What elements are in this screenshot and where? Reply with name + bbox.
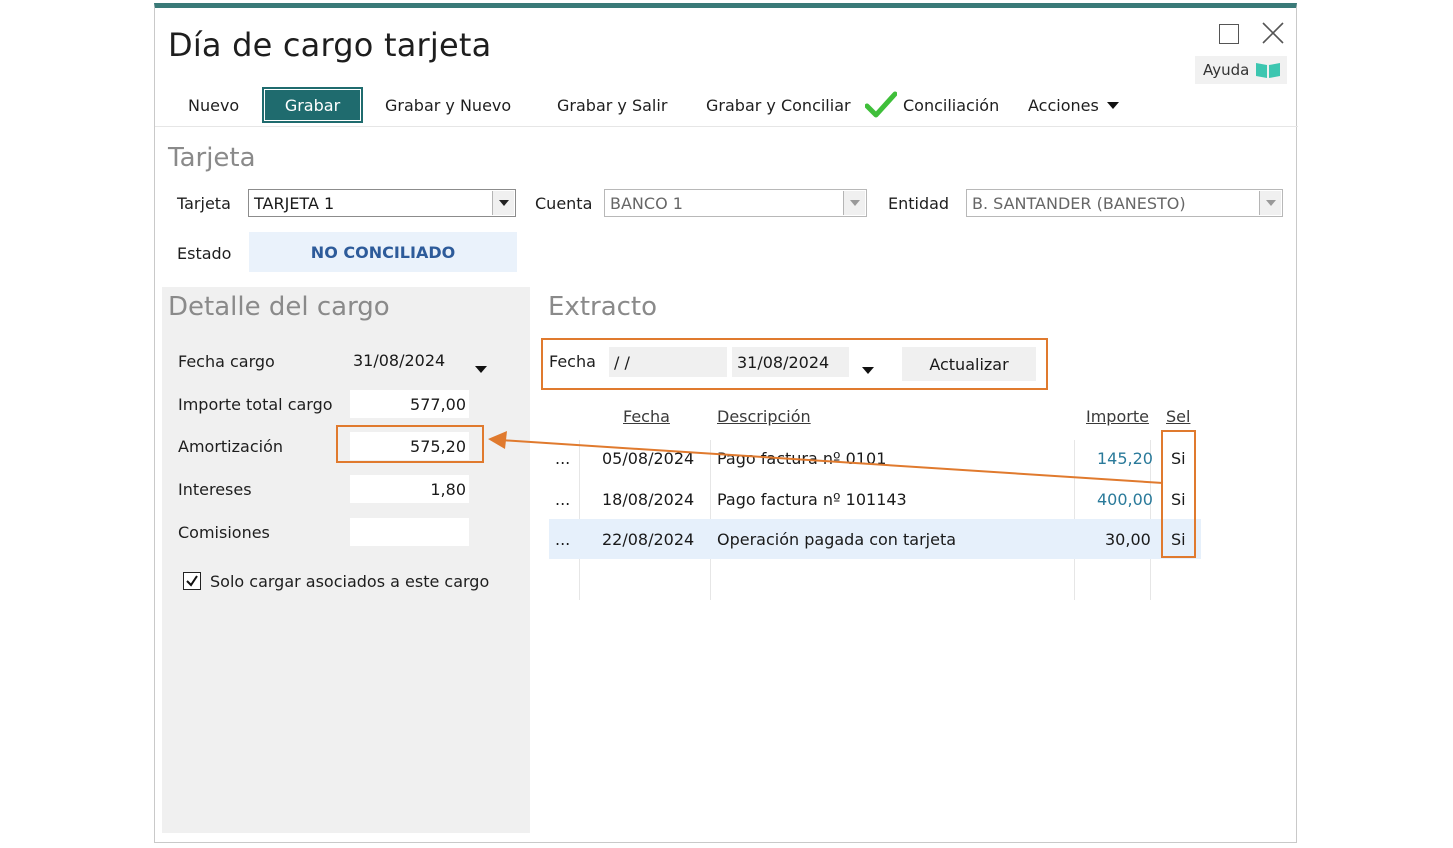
conciliacion-button[interactable]: Conciliación: [865, 87, 999, 123]
row-importe[interactable]: 400,00: [1097, 479, 1153, 519]
help-button[interactable]: Ayuda: [1195, 56, 1287, 84]
row-fecha: 18/08/2024: [602, 489, 695, 509]
estado-label: Estado: [177, 244, 232, 263]
tarjeta-section-title: Tarjeta: [168, 143, 256, 173]
entidad-label: Entidad: [888, 194, 950, 213]
row-menu[interactable]: ...: [555, 479, 570, 519]
dropdown-arrow-icon[interactable]: [843, 191, 865, 215]
dropdown-arrow-icon[interactable]: [492, 191, 514, 215]
help-label: Ayuda: [1203, 61, 1250, 79]
acciones-menu[interactable]: Acciones: [1028, 87, 1119, 123]
row-descripcion: Pago factura nº 101143: [717, 489, 907, 509]
acciones-label: Acciones: [1028, 95, 1099, 115]
column-header-descripcion[interactable]: Descripción: [717, 407, 811, 426]
tarjeta-select[interactable]: TARJETA 1: [248, 189, 516, 217]
check-icon: [186, 575, 198, 587]
row-importe: 30,00: [1105, 529, 1151, 549]
book-icon: [1256, 63, 1281, 78]
entidad-select[interactable]: B. SANTANDER (BANESTO): [966, 189, 1283, 217]
fecha-desde-field[interactable]: / /: [609, 347, 727, 377]
dropdown-arrow-icon[interactable]: [1259, 191, 1281, 215]
cuenta-select[interactable]: BANCO 1: [604, 189, 867, 217]
row-fecha: 05/08/2024: [602, 448, 695, 468]
grabar-y-nuevo-button[interactable]: Grabar y Nuevo: [385, 87, 511, 123]
importe-total-label: Importe total cargo: [178, 395, 333, 414]
solo-cargar-checkbox[interactable]: [183, 572, 201, 590]
row-descripcion: Pago factura nº 0101: [717, 448, 887, 468]
maximize-icon[interactable]: [1219, 24, 1239, 44]
row-menu[interactable]: ...: [555, 438, 570, 478]
tarjeta-select-value: TARJETA 1: [254, 193, 335, 213]
comisiones-field[interactable]: [350, 518, 469, 546]
close-icon[interactable]: [1260, 20, 1286, 46]
intereses-field[interactable]: 1,80: [350, 475, 469, 503]
sel-column-highlight: [1161, 430, 1196, 558]
row-importe[interactable]: 145,20: [1097, 438, 1153, 478]
dialog-title: Día de cargo tarjeta: [168, 26, 492, 64]
table-row-selected[interactable]: ... 22/08/2024 Operación pagada con tarj…: [549, 519, 1201, 559]
toolbar: Nuevo Grabar Grabar y Nuevo Grabar y Sal…: [155, 87, 1298, 127]
table-row[interactable]: ... 05/08/2024 Pago factura nº 0101 145,…: [549, 438, 1201, 478]
grabar-y-salir-button[interactable]: Grabar y Salir: [557, 87, 667, 123]
grabar-button[interactable]: Grabar: [262, 87, 363, 123]
row-fecha: 22/08/2024: [602, 529, 695, 549]
conciliacion-label: Conciliación: [903, 95, 1000, 115]
fecha-hasta-field[interactable]: 31/08/2024: [732, 347, 849, 377]
caret-down-icon: [1106, 101, 1119, 109]
column-header-importe[interactable]: Importe: [1086, 407, 1149, 426]
tarjeta-label: Tarjeta: [177, 194, 231, 213]
dialog-window: Día de cargo tarjeta Ayuda Nuevo Grabar …: [154, 3, 1298, 843]
amortizacion-label: Amortización: [178, 437, 283, 456]
row-menu[interactable]: ...: [555, 519, 570, 559]
amortizacion-highlight: [336, 425, 484, 463]
fecha-hasta-dropdown-icon[interactable]: [862, 359, 874, 378]
table-row[interactable]: ... 18/08/2024 Pago factura nº 101143 40…: [549, 479, 1201, 519]
intereses-label: Intereses: [178, 480, 252, 499]
comisiones-label: Comisiones: [178, 523, 270, 542]
detalle-section-title: Detalle del cargo: [168, 292, 390, 322]
column-header-sel[interactable]: Sel: [1166, 407, 1190, 426]
fecha-cargo-field[interactable]: 31/08/2024: [348, 346, 465, 374]
row-descripcion: Operación pagada con tarjeta: [717, 529, 957, 549]
grabar-y-conciliar-button[interactable]: Grabar y Conciliar: [706, 87, 851, 123]
cuenta-label: Cuenta: [535, 194, 593, 213]
extracto-fecha-label: Fecha: [549, 352, 596, 371]
extracto-section-title: Extracto: [548, 292, 658, 322]
cuenta-select-value: BANCO 1: [610, 193, 683, 213]
calendar-dropdown-icon[interactable]: [475, 358, 487, 377]
nuevo-button[interactable]: Nuevo: [188, 87, 239, 123]
importe-total-field[interactable]: 577,00: [350, 390, 469, 418]
fecha-cargo-label: Fecha cargo: [178, 352, 275, 371]
checkmark-icon: [865, 91, 897, 118]
column-header-fecha[interactable]: Fecha: [623, 407, 670, 426]
actualizar-button[interactable]: Actualizar: [902, 347, 1036, 381]
entidad-select-value: B. SANTANDER (BANESTO): [972, 193, 1186, 213]
solo-cargar-label: Solo cargar asociados a este cargo: [210, 572, 490, 591]
estado-badge: NO CONCILIADO: [249, 232, 517, 272]
